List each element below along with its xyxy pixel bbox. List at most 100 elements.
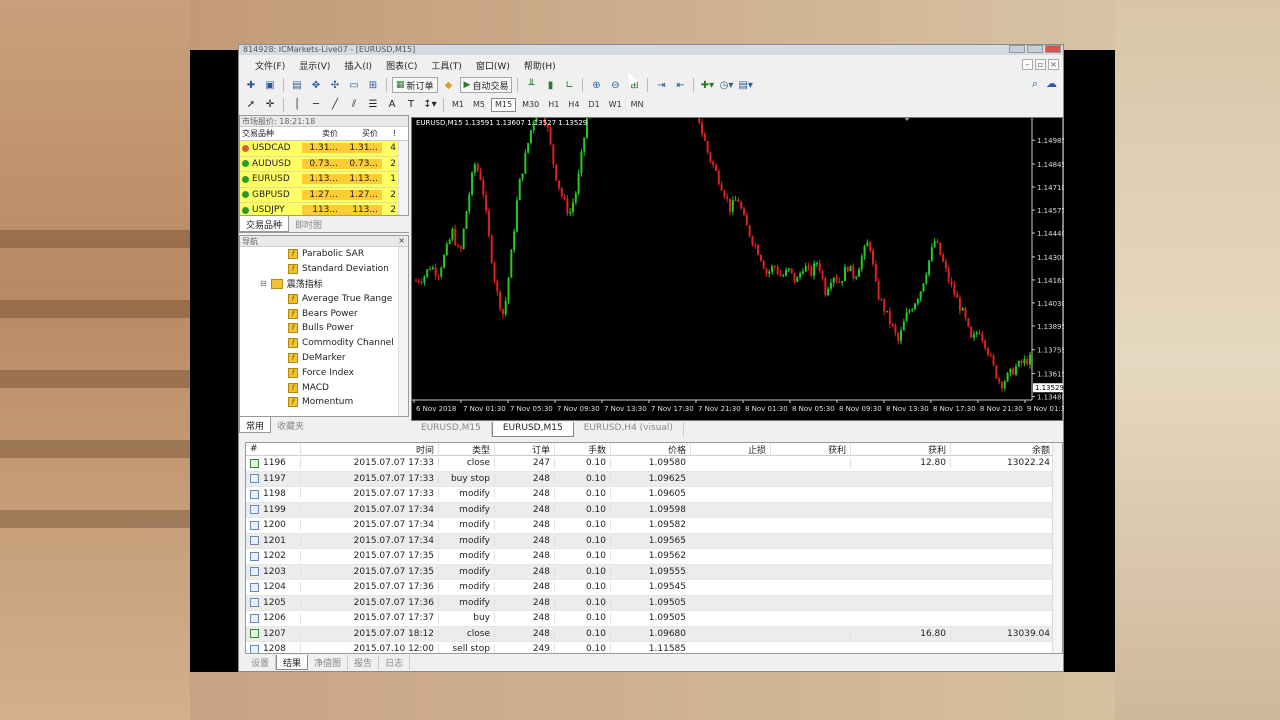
timeframe-w1[interactable]: W1	[606, 98, 625, 112]
templates-icon[interactable]: ▤▾	[737, 77, 753, 93]
indicators-icon[interactable]: ✚▾	[699, 77, 715, 93]
menu-help[interactable]: 帮助(H)	[517, 59, 563, 72]
timeframe-h1[interactable]: H1	[545, 98, 562, 112]
new-order-button[interactable]: ▦ 新订单	[392, 77, 438, 93]
price-chart[interactable]: 1.14985 1.14845 1.14710 1.14575 1.14440 1.143…	[411, 117, 1064, 422]
navigator-icon[interactable]: ✣	[327, 77, 343, 93]
terminal-icon[interactable]: ▭	[346, 77, 362, 93]
market-watch-row[interactable]: EURUSD 1.13... 1.13... 1	[240, 172, 408, 188]
col-profit[interactable]: 获利	[850, 443, 950, 456]
trendline-icon[interactable]: ╱	[327, 97, 343, 113]
maximize-button[interactable]	[1027, 45, 1043, 53]
tab-settings[interactable]: 设置	[245, 655, 277, 670]
arrows-icon[interactable]: ↕▾	[422, 97, 438, 113]
col-lots[interactable]: 手数	[554, 443, 610, 456]
vertical-line-icon[interactable]: │	[289, 97, 305, 113]
timeframe-m1[interactable]: M1	[449, 98, 467, 112]
navigator-item[interactable]: f MACD	[240, 380, 408, 395]
table-row[interactable]: 1207 2015.07.07 18:12 close 248 0.10 1.09680 1…	[246, 626, 1062, 642]
menu-tools[interactable]: 工具(T)	[424, 59, 469, 72]
header-symbol[interactable]: 交易品种	[240, 128, 302, 139]
menu-view[interactable]: 显示(V)	[292, 59, 337, 72]
results-scrollbar[interactable]	[1052, 443, 1062, 653]
minimize-button[interactable]	[1009, 45, 1025, 53]
chart-shift-icon[interactable]: ⇥	[653, 77, 669, 93]
table-row[interactable]: 1208 2015.07.10 12:00 sell stop 249 0.10 1.11…	[246, 642, 1062, 653]
col-type[interactable]: 类型	[438, 443, 494, 456]
tab-common[interactable]: 常用	[239, 417, 272, 433]
menu-file[interactable]: 文件(F)	[239, 59, 292, 72]
col-time[interactable]: 时间	[300, 443, 438, 456]
navigator-item[interactable]: f Parabolic SAR	[240, 247, 408, 262]
table-row[interactable]: 1201 2015.07.07 17:34 modify 248 0.10 1.09565	[246, 533, 1062, 549]
zoom-in-icon[interactable]: ⊕	[588, 77, 604, 93]
periods-icon[interactable]: ◷▾	[718, 77, 734, 93]
collapse-icon[interactable]: ⊟	[260, 279, 267, 288]
fibonacci-icon[interactable]: ☰	[365, 97, 381, 113]
cursor-icon[interactable]: ➚	[243, 97, 259, 113]
navigator-scrollbar[interactable]	[398, 247, 408, 417]
table-row[interactable]: 1196 2015.07.07 17:33 close 247 0.10 1.09580 1…	[246, 456, 1062, 472]
table-row[interactable]: 1200 2015.07.07 17:34 modify 248 0.10 1.09582	[246, 518, 1062, 534]
chart-tab-3[interactable]: EURUSD,H4 (visual)	[574, 422, 684, 437]
mdi-restore-button[interactable]: ▫	[1035, 59, 1046, 70]
navigator-item[interactable]: f Bulls Power	[240, 321, 408, 336]
timeframe-d1[interactable]: D1	[585, 98, 602, 112]
navigator-item[interactable]: f DeMarker	[240, 351, 408, 366]
close-button[interactable]	[1045, 45, 1061, 53]
timeframe-m30[interactable]: M30	[519, 98, 542, 112]
tab-symbols[interactable]: 交易品种	[239, 216, 290, 232]
candlestick-icon[interactable]: ▮	[542, 77, 558, 93]
chart-canvas[interactable]: 1.14985 1.14845 1.14710 1.14575 1.14440 1.143…	[412, 118, 1064, 422]
text-label-icon[interactable]: T	[403, 97, 419, 113]
chart-tab-2[interactable]: EURUSD,M15	[491, 422, 574, 437]
mdi-close-button[interactable]: ×	[1048, 59, 1059, 70]
navigator-item[interactable]: f Average True Range	[240, 291, 408, 306]
table-row[interactable]: 1206 2015.07.07 17:37 buy 248 0.10 1.09505	[246, 611, 1062, 627]
table-row[interactable]: 1205 2015.07.07 17:36 modify 248 0.10 1.09505	[246, 595, 1062, 611]
auto-trading-button[interactable]: ▶ 自动交易	[459, 77, 513, 93]
close-icon[interactable]: ×	[398, 236, 405, 245]
tab-favorites[interactable]: 收藏夹	[271, 417, 310, 433]
horizontal-line-icon[interactable]: ─	[308, 97, 324, 113]
market-watch-icon[interactable]: ▤	[289, 77, 305, 93]
navigator-item[interactable]: ⊟ 震荡指标	[240, 277, 408, 292]
col-balance[interactable]: 余额	[950, 443, 1054, 456]
bar-chart-icon[interactable]: ╨	[523, 77, 539, 93]
header-spread[interactable]: !	[382, 129, 400, 138]
table-row[interactable]: 1197 2015.07.07 17:33 buy stop 248 0.10 1.096…	[246, 471, 1062, 487]
tab-graph[interactable]: 净值图	[308, 655, 349, 670]
header-ask[interactable]: 买价	[342, 128, 382, 139]
navigator-item[interactable]: f Bears Power	[240, 306, 408, 321]
header-bid[interactable]: 卖价	[302, 128, 342, 139]
col-stop-loss[interactable]: 止损	[690, 443, 770, 456]
navigator-item[interactable]: f Standard Deviation	[240, 262, 408, 277]
col-order[interactable]: 订单	[494, 443, 554, 456]
strategy-tester-icon[interactable]: ⊞	[365, 77, 381, 93]
profiles-icon[interactable]: ▣	[262, 77, 278, 93]
table-row[interactable]: 1202 2015.07.07 17:35 modify 248 0.10 1.09562	[246, 549, 1062, 565]
market-watch-row[interactable]: AUDUSD 0.73... 0.73... 2	[240, 156, 408, 172]
menu-charts[interactable]: 图表(C)	[379, 59, 424, 72]
channel-icon[interactable]: ⫽	[346, 97, 362, 113]
mdi-minimize-button[interactable]: –	[1022, 59, 1033, 70]
table-row[interactable]: 1203 2015.07.07 17:35 modify 248 0.10 1.09555	[246, 564, 1062, 580]
tab-tick-chart[interactable]: 即时图	[289, 216, 328, 232]
market-watch-row[interactable]: GBPUSD 1.27... 1.27... 2	[240, 187, 408, 203]
autoscroll-icon[interactable]: ⇤	[672, 77, 688, 93]
chat-icon[interactable]: ☁	[1046, 77, 1057, 91]
metaeditor-icon[interactable]: ◆	[441, 77, 457, 93]
navigator-item[interactable]: f Force Index	[240, 365, 408, 380]
data-window-icon[interactable]: ✥	[308, 77, 324, 93]
menu-window[interactable]: 窗口(W)	[469, 59, 517, 72]
chart-tab-1[interactable]: EURUSD,M15	[411, 422, 492, 437]
timeframe-m5[interactable]: M5	[470, 98, 488, 112]
timeframe-h4[interactable]: H4	[565, 98, 582, 112]
navigator-item[interactable]: f Momentum	[240, 395, 408, 410]
line-chart-icon[interactable]: ∟	[561, 77, 577, 93]
text-icon[interactable]: A	[384, 97, 400, 113]
zoom-out-icon[interactable]: ⊖	[607, 77, 623, 93]
table-row[interactable]: 1198 2015.07.07 17:33 modify 248 0.10 1.09605	[246, 487, 1062, 503]
col-price[interactable]: 价格	[610, 443, 690, 456]
new-chart-icon[interactable]: ✚	[243, 77, 259, 93]
